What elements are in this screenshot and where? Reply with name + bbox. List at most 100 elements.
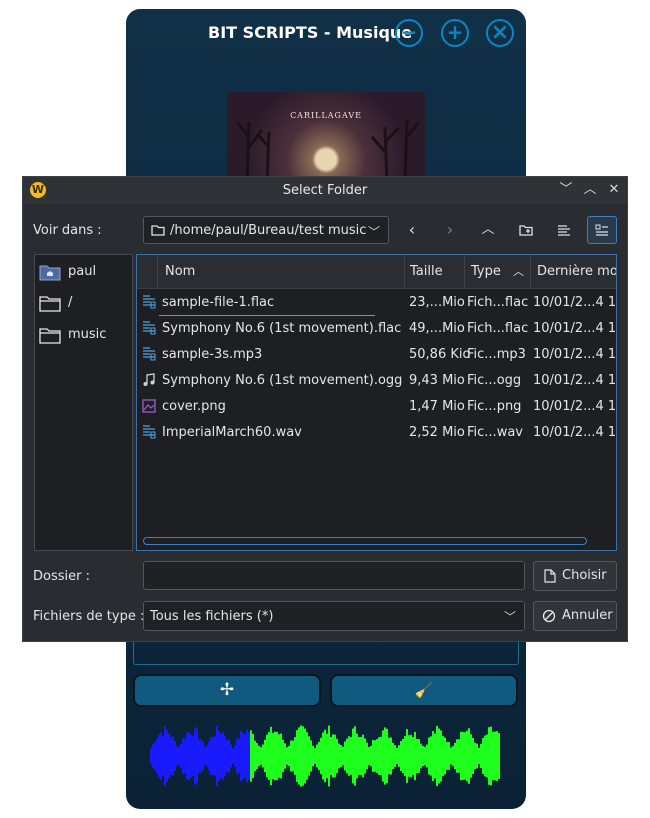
waveform-bar bbox=[438, 728, 440, 784]
dialog-title: Select Folder bbox=[282, 183, 368, 198]
waveform-bar bbox=[472, 737, 474, 775]
cell-name: ImperialMarch60.wav bbox=[162, 425, 302, 440]
waveform-bar bbox=[158, 734, 160, 778]
add-window-button[interactable]: + bbox=[441, 19, 469, 47]
waveform-bar bbox=[340, 744, 342, 768]
file-list: Nom Taille Type ︿ Dernière mod sample-fi… bbox=[136, 254, 617, 551]
waveform-bar bbox=[400, 741, 402, 771]
list-view-button[interactable] bbox=[549, 216, 579, 244]
waveform-bar bbox=[286, 747, 288, 765]
waveform-bar bbox=[468, 728, 470, 784]
waveform-bar bbox=[396, 747, 398, 765]
cover-trees-art bbox=[235, 119, 421, 182]
waveform-bar bbox=[210, 737, 212, 775]
folder-icon bbox=[39, 328, 61, 344]
table-row[interactable]: Symphony No.6 (1st movement).ogg 9,43 Mio… bbox=[137, 368, 616, 394]
sidebar-item-music[interactable]: music bbox=[39, 324, 129, 346]
choose-button[interactable]: Choisir bbox=[533, 561, 617, 591]
waveform-bar bbox=[186, 733, 188, 779]
waveform-bar bbox=[442, 736, 444, 776]
waveform-bar bbox=[266, 734, 268, 778]
look-in-label: Voir dans : bbox=[33, 223, 102, 238]
waveform-bar bbox=[198, 739, 200, 773]
cell-size: 50,86 Kio bbox=[409, 347, 471, 362]
minimize-dialog-icon[interactable]: ﹀ bbox=[557, 181, 575, 199]
clear-playlist-button[interactable]: 🧹 bbox=[330, 674, 518, 707]
file-list-header: Nom Taille Type ︿ Dernière mod bbox=[137, 255, 616, 289]
forward-button[interactable]: › bbox=[435, 216, 465, 244]
header-spacer bbox=[137, 255, 158, 288]
waveform-bar bbox=[244, 734, 246, 778]
detail-view-button[interactable] bbox=[587, 216, 617, 244]
select-folder-dialog: W Select Folder ﹀ ︿ ✕ Voir dans : /home/… bbox=[22, 176, 628, 642]
waveform-bar bbox=[370, 745, 372, 767]
cell-type: Fic...png bbox=[467, 399, 522, 414]
minimize-button[interactable]: − bbox=[395, 19, 423, 47]
waveform-bar bbox=[162, 735, 164, 777]
waveform-bar bbox=[304, 728, 306, 784]
table-row[interactable]: Symphony No.6 (1st movement).flac 49,...M… bbox=[137, 316, 616, 342]
waveform-bar bbox=[228, 739, 230, 773]
waveform-bar bbox=[240, 730, 242, 782]
back-button[interactable]: ‹ bbox=[397, 216, 427, 244]
maximize-dialog-icon[interactable]: ︿ bbox=[581, 181, 599, 199]
waveform-bar bbox=[452, 746, 454, 766]
waveform-bar bbox=[350, 737, 352, 775]
table-row[interactable]: sample-file-1.flac 23,...Mio Fich...flac 10… bbox=[137, 290, 616, 316]
folder-input[interactable] bbox=[143, 561, 525, 590]
waveform-bar bbox=[420, 743, 422, 769]
waveform-bar bbox=[376, 739, 378, 773]
path-combobox[interactable]: /home/paul/Bureau/test music ﹀ bbox=[143, 216, 389, 244]
column-header-name[interactable]: Nom bbox=[159, 255, 405, 288]
waveform-bar bbox=[448, 742, 450, 770]
waveform-bar bbox=[484, 735, 486, 777]
column-header-size[interactable]: Taille bbox=[404, 255, 465, 288]
cell-name: sample-file-1.flac bbox=[162, 295, 275, 310]
waveform-bar bbox=[258, 745, 260, 767]
file-type-combobox[interactable]: Tous les fichiers (*) ﹀ bbox=[143, 601, 525, 631]
waveform-bar bbox=[496, 731, 498, 781]
waveform-bar bbox=[364, 738, 366, 774]
file-type-value: Tous les fichiers (*) bbox=[150, 609, 274, 624]
waveform-bar bbox=[382, 730, 384, 782]
waveform-bar bbox=[168, 733, 170, 779]
table-row[interactable]: ImperialMarch60.wav 2,52 Mio Fic...wav 10/0… bbox=[137, 420, 616, 446]
cell-size: 1,47 Mio bbox=[409, 399, 465, 414]
sidebar-item-root[interactable]: / bbox=[39, 292, 129, 314]
waveform-bar bbox=[260, 747, 262, 765]
waveform-bar bbox=[388, 737, 390, 775]
places-sidebar: paul / music bbox=[34, 254, 133, 551]
waveform-bar bbox=[412, 737, 414, 775]
parent-directory-button[interactable]: ︿ bbox=[473, 216, 503, 244]
waveform-bar bbox=[274, 731, 276, 781]
folder-icon bbox=[151, 225, 165, 236]
waveform-bar bbox=[456, 739, 458, 773]
add-track-button[interactable]: ✢ bbox=[133, 674, 321, 707]
waveform-bar bbox=[182, 738, 184, 774]
waveform-bar bbox=[236, 738, 238, 774]
new-folder-button[interactable] bbox=[511, 216, 541, 244]
sidebar-item-paul[interactable]: paul bbox=[39, 261, 129, 283]
table-row[interactable]: sample-3s.mp3 50,86 Kio Fic...mp3 10/01/2..… bbox=[137, 342, 616, 368]
list-view-icon bbox=[558, 225, 570, 236]
waveform-bar bbox=[184, 738, 186, 774]
waveform-bar bbox=[436, 725, 438, 787]
folder-label: Dossier : bbox=[33, 569, 90, 584]
column-header-date[interactable]: Dernière mod bbox=[531, 255, 616, 288]
waveform-bar bbox=[474, 742, 476, 770]
cell-size: 9,43 Mio bbox=[409, 373, 465, 388]
waveform-bar bbox=[430, 736, 432, 776]
cell-date: 10/01/2...4 18 bbox=[533, 295, 617, 310]
column-header-type[interactable]: Type ︿ bbox=[465, 255, 531, 288]
cell-type: Fich...flac bbox=[467, 295, 529, 310]
app-text-field[interactable] bbox=[133, 641, 519, 665]
waveform-bar bbox=[454, 742, 456, 770]
cancel-button[interactable]: Annuler bbox=[533, 601, 617, 631]
waveform-bar bbox=[482, 737, 484, 775]
horizontal-scrollbar[interactable] bbox=[143, 537, 587, 545]
close-dialog-icon[interactable]: ✕ bbox=[605, 181, 623, 199]
waveform-bar bbox=[328, 725, 330, 787]
table-row[interactable]: cover.png 1,47 Mio Fic...png 10/01/2...4 19 bbox=[137, 394, 616, 420]
close-app-button[interactable]: × bbox=[486, 19, 514, 47]
cell-date: 10/01/2...4 18 bbox=[533, 321, 617, 336]
